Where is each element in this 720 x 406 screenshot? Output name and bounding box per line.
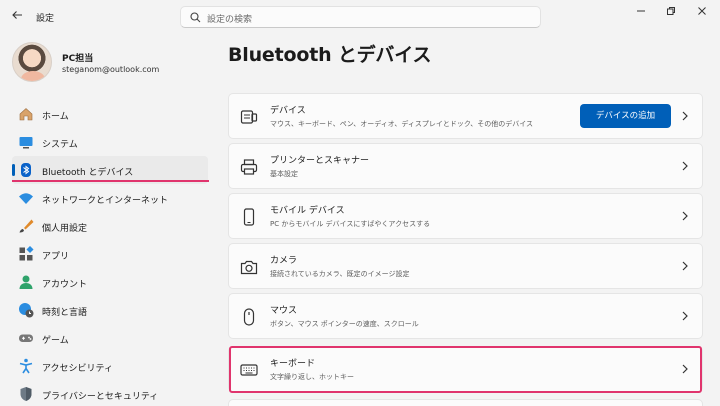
apps-icon — [19, 246, 34, 261]
back-arrow-icon[interactable] — [9, 9, 25, 25]
sidebar-item-privacy[interactable]: プライバシーとセキュリティ — [12, 380, 208, 406]
shield-icon — [20, 387, 32, 401]
add-device-button[interactable]: デバイスの追加 — [580, 104, 671, 128]
sidebar-item-label: ホーム — [42, 112, 69, 122]
card-subtitle: ボタン、マウス ポインターの速度、スクロール — [270, 320, 419, 328]
card-subtitle: 接続されているカメラ、既定のイメージ設定 — [270, 270, 410, 278]
globe-clock-icon — [19, 303, 34, 318]
system-icon — [19, 137, 33, 149]
wifi-icon — [19, 193, 33, 204]
window-title: 設定 — [36, 14, 55, 24]
user-name: PC担当 — [62, 54, 94, 64]
sidebar-item-label: アクセシビリティ — [42, 364, 114, 374]
mouse-icon — [243, 308, 255, 326]
chevron-right-icon — [682, 161, 688, 171]
sidebar-item-label: 時刻と言語 — [42, 308, 88, 318]
sidebar-item-personalization[interactable]: 個人用設定 — [12, 212, 208, 240]
card-devices[interactable]: デバイス マウス、キーボード、ペン、オーディオ、ディスプレイとドック、その他のデ… — [228, 93, 703, 139]
card-subtitle: PC からモバイル デバイスにすばやくアクセスする — [270, 220, 431, 228]
account-icon — [19, 275, 33, 289]
card-subtitle: マウス、キーボード、ペン、オーディオ、ディスプレイとドック、その他のデバイス — [270, 120, 534, 128]
sidebar-item-apps[interactable]: アプリ — [12, 240, 208, 268]
printer-icon — [240, 159, 258, 175]
sidebar-item-label: アプリ — [42, 252, 70, 262]
camera-icon — [240, 260, 258, 275]
search-box[interactable]: 設定の検索 — [180, 6, 541, 28]
sidebar-item-label: Bluetooth とデバイス — [42, 168, 134, 178]
devices-icon — [240, 110, 258, 124]
sidebar-item-label: システム — [42, 140, 78, 150]
active-indicator — [12, 164, 15, 176]
sidebar-item-time-language[interactable]: 時刻と言語 — [12, 296, 208, 324]
sidebar-item-label: プライバシーとセキュリティ — [42, 392, 159, 402]
card-partial[interactable] — [228, 399, 703, 406]
highlight-box — [229, 346, 702, 393]
bluetooth-icon — [21, 163, 31, 177]
card-title: カメラ — [270, 256, 298, 266]
user-email: steganom@outlook.com — [62, 65, 160, 74]
brush-icon — [19, 219, 34, 233]
sidebar-item-accessibility[interactable]: アクセシビリティ — [12, 352, 208, 380]
chevron-right-icon — [682, 311, 688, 321]
close-icon[interactable] — [694, 6, 710, 22]
phone-icon — [243, 208, 255, 226]
page-title: Bluetooth とデバイス — [228, 44, 432, 66]
card-title: マウス — [270, 306, 298, 316]
card-mouse[interactable]: マウス ボタン、マウス ポインターの速度、スクロール — [228, 293, 703, 339]
card-subtitle: 基本設定 — [270, 170, 298, 178]
card-mobile-devices[interactable]: モバイル デバイス PC からモバイル デバイスにすばやくアクセスする — [228, 193, 703, 239]
home-icon — [19, 108, 33, 121]
sidebar-item-network[interactable]: ネットワークとインターネット — [12, 184, 208, 212]
sidebar-item-label: ゲーム — [42, 336, 69, 346]
minimize-icon[interactable] — [633, 6, 649, 22]
title-bar: 設定 設定の検索 — [0, 0, 720, 34]
search-placeholder: 設定の検索 — [207, 15, 253, 25]
sidebar-item-label: ネットワークとインターネット — [42, 196, 169, 206]
sidebar-item-home[interactable]: ホーム — [12, 100, 208, 128]
card-title: モバイル デバイス — [270, 206, 345, 216]
sidebar-item-system[interactable]: システム — [12, 128, 208, 156]
card-printers[interactable]: プリンターとスキャナー 基本設定 — [228, 143, 703, 189]
card-camera[interactable]: カメラ 接続されているカメラ、既定のイメージ設定 — [228, 243, 703, 289]
chevron-right-icon — [682, 211, 688, 221]
search-icon — [190, 12, 201, 23]
card-title: デバイス — [270, 106, 306, 116]
card-title: プリンターとスキャナー — [270, 156, 370, 166]
highlight-underline — [12, 180, 209, 182]
avatar[interactable] — [12, 42, 52, 82]
sidebar-item-gaming[interactable]: ゲーム — [12, 324, 208, 352]
restore-icon[interactable] — [663, 6, 679, 22]
chevron-right-icon — [682, 261, 688, 271]
accessibility-icon — [19, 358, 33, 374]
gamepad-icon — [19, 334, 33, 342]
sidebar-item-label: 個人用設定 — [42, 224, 88, 234]
sidebar-item-accounts[interactable]: アカウント — [12, 268, 208, 296]
chevron-right-icon — [682, 111, 688, 121]
sidebar-item-label: アカウント — [42, 280, 88, 290]
